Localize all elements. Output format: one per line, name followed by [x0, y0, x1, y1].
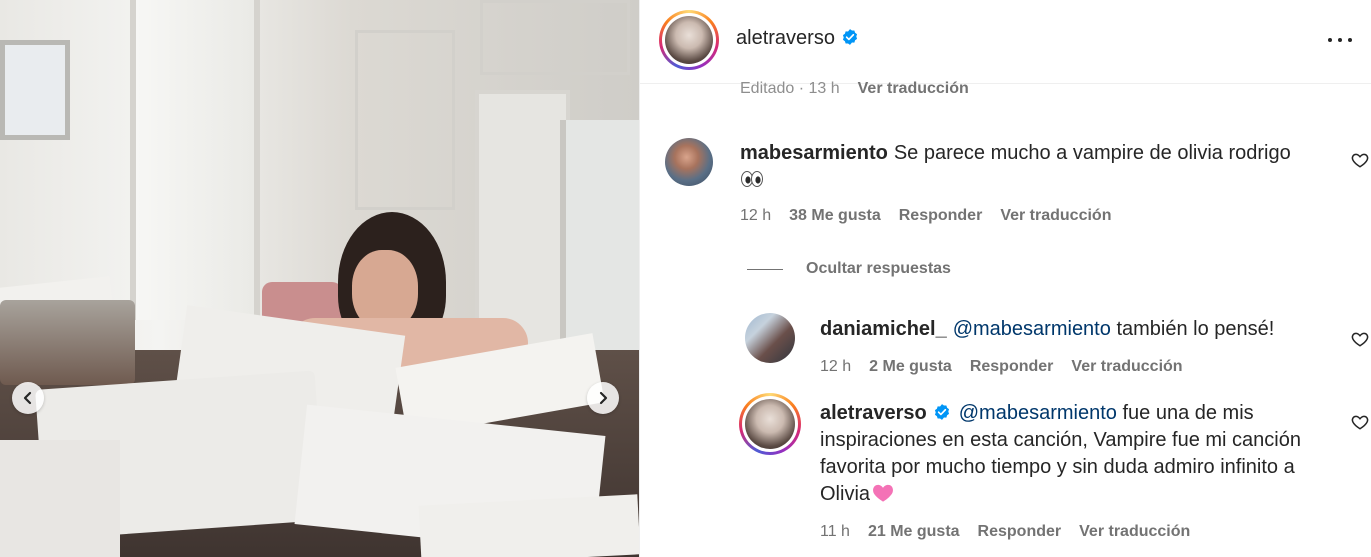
- reply-likes[interactable]: 2 Me gusta: [869, 358, 952, 375]
- comments-panel: aletraverso Editado · 13 h Ver traducción…: [639, 0, 1371, 557]
- post-header: aletraverso: [640, 0, 1371, 84]
- translate-button[interactable]: Ver traducción: [1071, 358, 1182, 375]
- reply-button[interactable]: Responder: [899, 207, 983, 224]
- photo-typewriter: [0, 300, 135, 385]
- reply-meta: 12 h 2 Me gusta Responder Ver traducción: [820, 358, 1201, 376]
- reply-meta: 11 h 21 Me gusta Responder Ver traducción: [820, 523, 1208, 541]
- photo-wall-panel: [355, 30, 455, 210]
- chevron-left-icon: [23, 391, 32, 405]
- mention-link[interactable]: @mabesarmiento: [953, 318, 1111, 340]
- author-avatar[interactable]: [659, 10, 719, 70]
- reply-text: daniamichel_ @mabesarmiento también lo pe…: [820, 316, 1340, 343]
- reply-time: 11 h: [820, 523, 850, 540]
- photo-wall-panel: [480, 0, 630, 75]
- photo-paper: [0, 440, 120, 557]
- translate-button[interactable]: Ver traducción: [1000, 207, 1111, 224]
- reply-button[interactable]: Responder: [978, 523, 1062, 540]
- reply-button[interactable]: Responder: [970, 358, 1054, 375]
- avatar[interactable]: [739, 393, 801, 455]
- post-photo[interactable]: [0, 0, 639, 557]
- comment-time: 12 h: [740, 207, 772, 224]
- carousel-next-button[interactable]: [587, 382, 619, 414]
- caption-meta: Editado · 13 h Ver traducción: [740, 80, 969, 98]
- chevron-right-icon: [599, 391, 608, 405]
- like-comment-icon[interactable]: [1351, 151, 1369, 169]
- comment-username[interactable]: mabesarmiento: [740, 142, 888, 164]
- reply-body: también lo pensé!: [1116, 318, 1275, 340]
- comment-body: Se parece mucho a vampire de olivia rodr…: [893, 142, 1291, 164]
- more-options-icon[interactable]: [1328, 28, 1352, 52]
- verified-badge-icon: [842, 29, 857, 45]
- caption-translate-link[interactable]: Ver traducción: [858, 80, 969, 97]
- reply-text: aletraverso @mabesarmiento fue una de mi…: [820, 400, 1330, 508]
- reply-username[interactable]: aletraverso: [820, 402, 927, 424]
- photo-wall-frame: [0, 40, 70, 140]
- edited-time: Editado · 13 h: [740, 80, 840, 97]
- reply-username[interactable]: daniamichel_: [820, 318, 947, 340]
- avatar[interactable]: [665, 138, 713, 186]
- comment-likes[interactable]: 38 Me gusta: [789, 207, 881, 224]
- reply-likes[interactable]: 21 Me gusta: [868, 523, 960, 540]
- mention-link[interactable]: @mabesarmiento: [959, 402, 1117, 424]
- like-reply-icon[interactable]: [1351, 413, 1369, 431]
- eyes-emoji-icon: [741, 171, 763, 187]
- carousel-prev-button[interactable]: [12, 382, 44, 414]
- verified-badge-icon: [934, 404, 949, 420]
- author-username[interactable]: aletraverso: [736, 27, 859, 50]
- translate-button[interactable]: Ver traducción: [1079, 523, 1190, 540]
- avatar[interactable]: [745, 313, 795, 363]
- comment-meta: 12 h 38 Me gusta Responder Ver traducción: [740, 207, 1129, 225]
- photo-paper: [418, 494, 639, 557]
- reply-time: 12 h: [820, 358, 852, 375]
- comment-text: mabesarmiento Se parece mucho a vampire d…: [740, 140, 1330, 194]
- pink-heart-emoji-icon: [873, 484, 893, 502]
- photo-window: [130, 0, 260, 320]
- like-reply-icon[interactable]: [1351, 330, 1369, 348]
- replies-divider: [747, 269, 783, 270]
- hide-replies-button[interactable]: Ocultar respuestas: [806, 260, 951, 278]
